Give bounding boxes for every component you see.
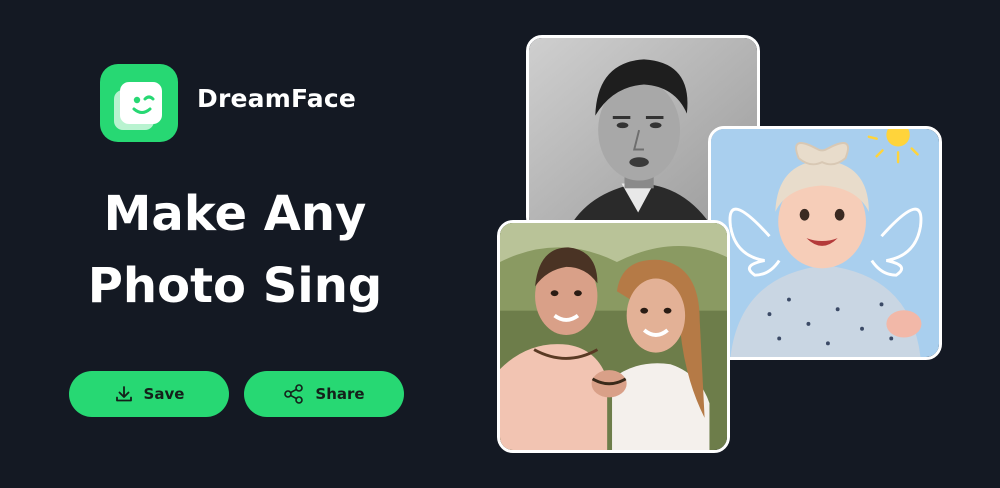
headline: Make Any Photo Sing [40,178,430,322]
save-button[interactable]: Save [69,371,229,417]
headline-line-1: Make Any [103,186,367,242]
app-logo [100,64,178,142]
save-label: Save [143,385,185,403]
share-icon [283,383,305,405]
winking-face-logo-icon [114,82,162,130]
couple-photo [497,220,730,453]
share-label: Share [315,385,365,403]
baby-photo [708,126,942,360]
download-icon [114,384,134,404]
headline-line-2: Photo Sing [87,258,383,314]
brand-name: DreamFace [197,84,357,113]
share-button[interactable]: Share [244,371,404,417]
